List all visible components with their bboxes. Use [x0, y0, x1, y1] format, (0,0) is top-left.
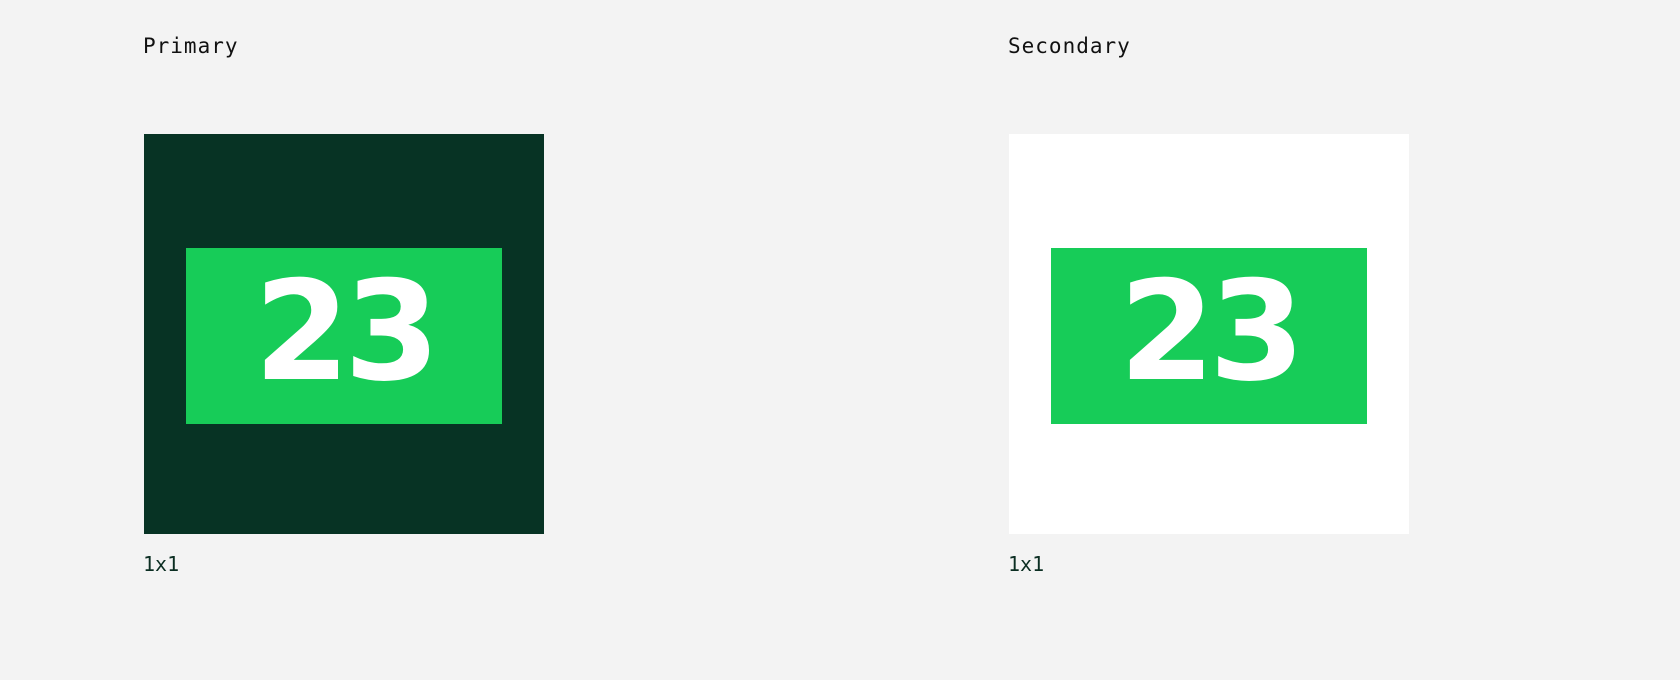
- badge-number-primary: 23: [253, 251, 440, 412]
- number-badge-secondary: 23: [1051, 248, 1367, 424]
- variant-title-secondary: Secondary: [1008, 34, 1131, 58]
- number-badge-primary: 23: [186, 248, 502, 424]
- preview-tile-primary: 23: [144, 134, 544, 534]
- variant-title-primary: Primary: [143, 34, 239, 58]
- size-label-primary: 1x1: [143, 552, 180, 576]
- badge-number-secondary: 23: [1118, 251, 1305, 412]
- preview-tile-secondary: 23: [1009, 134, 1409, 534]
- size-label-secondary: 1x1: [1008, 552, 1045, 576]
